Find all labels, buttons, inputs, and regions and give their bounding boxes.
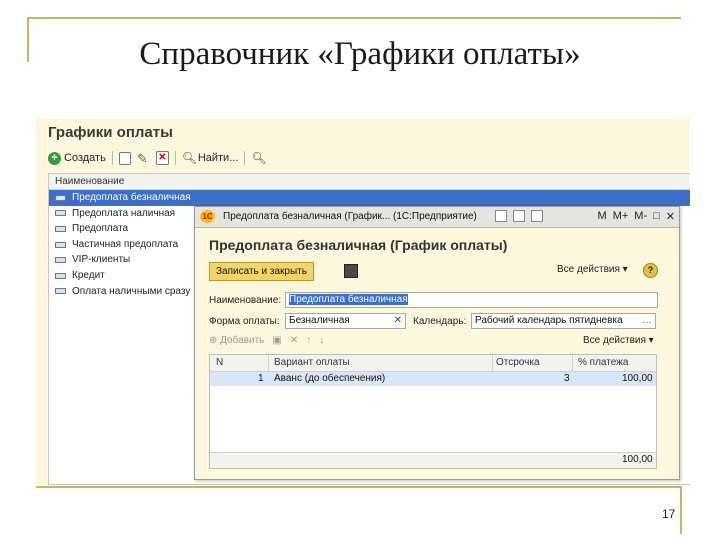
name-field[interactable]: Предоплата безналичная [285,292,658,308]
find-button-label: Найти... [197,152,239,164]
calendar-field[interactable]: Рабочий календарь пятидневка … [471,313,656,329]
edit-button[interactable]: ✎ [137,152,150,165]
table-header: N Вариант оплаты Отсрочка % платежа [210,355,656,372]
create-button-label: Создать [64,152,106,164]
column-header-n[interactable]: N [216,357,223,368]
list-item-label: Предоплата наличная [72,207,176,219]
item-dialog: 1С Предоплата безналичная (График... (1С… [194,206,680,480]
slide-top-rule [27,17,681,19]
copy-button[interactable] [118,151,131,165]
column-header-delay[interactable]: Отсрочка [496,357,540,368]
cell-percent: 100,00 [622,373,653,384]
cell-variant: Аванс (до обеспечения) [274,373,386,384]
save-icon[interactable] [344,264,358,278]
calculator-icon[interactable] [513,210,525,222]
memory-minus-icon[interactable]: M- [634,210,647,223]
clear-icon[interactable]: ✕ [394,314,402,328]
column-divider [492,355,493,371]
titlebar-tools [495,210,543,222]
mark-delete-button[interactable]: ✕ [155,151,169,165]
slide-bottom-rule [36,486,682,488]
app-logo-icon: 1С [200,210,215,223]
list-toolbar: + Создать ✎ ✕ 🔍︎ Найти... 🔍︎ [48,149,270,167]
table-all-actions-menu[interactable]: Все действия ▾ [583,335,654,346]
create-button[interactable]: + Создать [48,151,106,165]
calendar-value: Рабочий календарь пятидневка [475,315,623,326]
move-up-icon[interactable]: ↑ [306,335,311,346]
calendar-icon[interactable] [531,210,543,222]
add-button[interactable]: ⊕ Добавить [209,335,264,346]
find-button[interactable]: 🔍︎ Найти... [181,150,239,165]
list-form-title: Графики оплаты [48,124,173,141]
dialog-heading: Предоплата безналичная (График оплаты) [209,237,508,253]
total-percent: 100,00 [622,454,653,465]
name-label: Наименование: [209,295,282,306]
table-footer: 100,00 [210,452,656,468]
payment-form-label: Форма оплаты: [209,316,280,327]
column-header-percent[interactable]: % платежа [578,357,628,368]
copy-icon [118,151,131,165]
help-icon[interactable]: ? [643,263,658,278]
cell-delay: 3 [564,373,570,384]
memory-icon[interactable]: M [598,210,607,223]
item-icon [55,241,66,248]
slide-title: Справочник «Графики оплаты» [139,36,581,72]
list-item-label: Частичная предоплата [72,238,179,250]
cancel-search-button[interactable]: 🔍︎ [251,150,267,165]
maximize-icon[interactable]: □ [653,210,660,223]
screenshot-area: Графики оплаты + Создать ✎ ✕ 🔍︎ Найти...… [36,118,690,486]
delete-row-icon[interactable]: ✕ [290,335,298,346]
search-cancel-icon: 🔍︎ [251,150,267,165]
delete-icon: ✕ [155,151,169,165]
list-item-label: Предоплата безналичная [72,192,191,203]
select-icon[interactable]: … [642,314,652,328]
column-header-name[interactable]: Наименование [49,174,690,190]
item-icon [55,225,66,232]
dialog-titlebar[interactable]: 1С Предоплата безналичная (График... (1С… [195,207,679,228]
home-icon[interactable] [495,210,507,222]
payment-form-field[interactable]: Безналичная ✕ [285,313,406,329]
cell-n: 1 [258,373,264,384]
item-icon [55,194,66,201]
column-divider [572,355,573,371]
calendar-label: Календарь: [413,316,467,327]
toolbar-separator [174,151,176,165]
close-icon[interactable]: ✕ [666,210,675,223]
list-item-label: Предоплата [72,223,129,235]
move-down-icon[interactable]: ↓ [319,335,324,346]
item-icon [55,210,66,217]
payment-form-value: Безналичная [289,315,350,326]
page-number: 17 [662,507,676,521]
item-icon [55,257,66,264]
column-header-variant[interactable]: Вариант оплаты [274,357,350,368]
list-item-label: Кредит [72,269,105,281]
name-field-value: Предоплата безналичная [289,294,408,305]
slide-right-rule [680,486,682,534]
payment-schedule-table: N Вариант оплаты Отсрочка % платежа 1 Ав… [209,354,657,469]
toolbar-separator [111,151,113,165]
pencil-icon: ✎ [136,150,148,166]
all-actions-menu[interactable]: Все действия ▾ [557,264,628,275]
window-controls: M M+ M- □ ✕ [598,210,675,223]
table-row[interactable]: 1 Аванс (до обеспечения) 3 100,00 [210,372,656,386]
column-divider [268,355,269,371]
memory-plus-icon[interactable]: M+ [613,210,629,223]
list-item[interactable]: Предоплата безналичная [49,190,690,206]
dialog-window-title: Предоплата безналичная (График... (1С:Пр… [223,211,477,222]
item-icon [55,288,66,295]
copy-row-icon[interactable]: ▣ [272,335,281,346]
table-toolbar: ⊕ Добавить ▣ ✕ ↑ ↓ [209,335,324,346]
save-and-close-button[interactable]: Записать и закрыть [209,262,314,281]
search-icon: 🔍︎ [181,150,198,165]
list-item-label: Оплата наличными сразу [72,285,191,297]
add-button-label: Добавить [220,335,265,346]
list-item-label: VIP-клиенты [72,254,131,266]
plus-icon: + [48,151,61,165]
item-icon [55,272,66,279]
toolbar-separator [244,151,246,165]
